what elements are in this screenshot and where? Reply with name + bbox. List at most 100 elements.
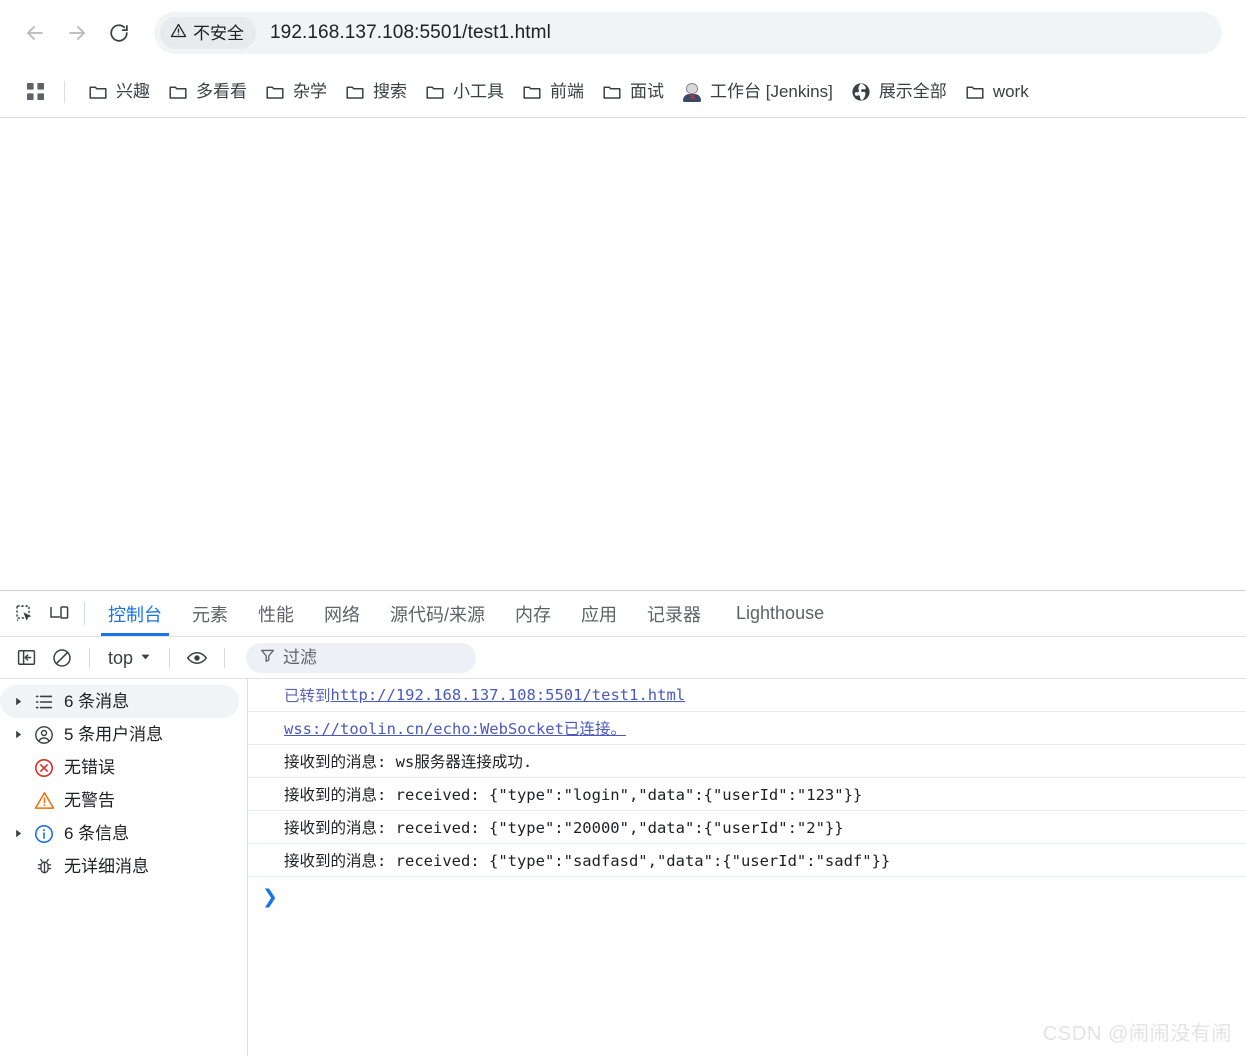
bookmark-label: 多看看 [196, 82, 247, 101]
console-toolbar: top 过滤 [0, 637, 1246, 679]
device-toolbar-icon[interactable] [42, 591, 76, 636]
tab-lighthouse[interactable]: Lighthouse [716, 591, 844, 636]
bookmarks-bar: 兴趣 多看看 杂学 搜索 小工具 前端 面试 工作台 [Jenkins] 展示全… [0, 66, 1246, 118]
bookmark-item[interactable]: work [956, 77, 1038, 107]
live-expression-eye-icon[interactable] [179, 643, 215, 673]
arrow-left-icon [23, 21, 47, 45]
tab-label: 控制台 [108, 604, 162, 625]
reload-button[interactable] [98, 12, 140, 54]
console-message[interactable]: 接收到的消息: received: {"type":"20000","data"… [248, 811, 1246, 844]
console-message-prefix: 已转到 [284, 687, 331, 705]
sidebar-item-label: 无警告 [64, 791, 115, 810]
console-toolbar-divider [89, 647, 90, 668]
bookmark-item[interactable]: 杂学 [256, 77, 336, 107]
page-viewport [0, 118, 1246, 590]
expand-triangle-icon[interactable] [12, 828, 24, 840]
folder-icon [265, 82, 285, 102]
tab-memory[interactable]: 内存 [500, 591, 566, 636]
bookmark-item[interactable]: 兴趣 [79, 77, 159, 107]
tab-label: 元素 [192, 604, 228, 625]
reload-icon [108, 22, 130, 44]
console-message[interactable]: wss://toolin.cn/echo:WebSocket已连接。 [248, 712, 1246, 745]
sidebar-item-errors[interactable]: 无错误 [0, 751, 239, 784]
bookmark-label: 杂学 [293, 82, 327, 101]
bookmark-label: 小工具 [453, 82, 504, 101]
bookmark-item[interactable]: 搜索 [336, 77, 416, 107]
folder-icon [168, 82, 188, 102]
console-filter-placeholder: 过滤 [283, 648, 318, 667]
sidebar-item-label: 6 条信息 [64, 824, 130, 843]
bookmarks-divider [64, 80, 65, 103]
back-button[interactable] [14, 12, 56, 54]
bookmark-label: 工作台 [Jenkins] [710, 82, 833, 101]
apps-grid-icon[interactable] [20, 77, 50, 107]
tab-label: 性能 [258, 604, 294, 625]
info-circle-icon [33, 823, 55, 845]
security-status-chip[interactable]: 不安全 [160, 17, 256, 49]
sidebar-item-verbose[interactable]: 无详细消息 [0, 850, 239, 883]
tab-label: 网络 [324, 604, 360, 625]
console-message-link[interactable]: wss://toolin.cn/echo:WebSocket已连接。 [284, 717, 626, 739]
console-message[interactable]: 接收到的消息: received: {"type":"sadfasd","dat… [248, 844, 1246, 877]
folder-icon [602, 82, 622, 102]
console-message[interactable]: 接收到的消息: received: {"type":"login","data"… [248, 778, 1246, 811]
console-message-text: 接收到的消息: received: {"type":"sadfasd","dat… [284, 852, 891, 870]
console-message[interactable]: 接收到的消息: ws服务器连接成功. [248, 745, 1246, 778]
expand-triangle-icon[interactable] [12, 729, 24, 741]
sidebar-item-user-messages[interactable]: 5 条用户消息 [0, 718, 239, 751]
tab-recorder[interactable]: 记录器 [632, 591, 716, 636]
devtools-tabbar: 控制台 元素 性能 网络 源代码/来源 内存 应用 记录器 Lighthouse [0, 591, 1246, 637]
sidebar-item-messages[interactable]: 6 条消息 [0, 685, 239, 718]
console-sidebar: 6 条消息 5 条用户消息 无错误 无警告 6 条信息 无详细消息 [0, 679, 248, 1056]
console-toolbar-divider [224, 647, 226, 668]
sidebar-item-warnings[interactable]: 无警告 [0, 784, 239, 817]
execution-context-label: top [108, 647, 134, 668]
url-text[interactable]: 192.168.137.108:5501/test1.html [270, 22, 551, 44]
tab-label: 内存 [515, 604, 552, 625]
tab-network[interactable]: 网络 [309, 591, 375, 636]
bookmark-item[interactable]: 小工具 [416, 77, 513, 107]
bookmark-label: 展示全部 [878, 82, 947, 101]
sidebar-item-label: 5 条用户消息 [64, 725, 164, 744]
console-message[interactable]: 已转到 http://192.168.137.108:5501/test1.ht… [248, 679, 1246, 712]
show-console-sidebar-icon[interactable] [8, 643, 44, 673]
bookmark-item[interactable]: 前端 [513, 77, 593, 107]
folder-icon [965, 82, 985, 102]
console-message-list: 已转到 http://192.168.137.108:5501/test1.ht… [248, 679, 1246, 1056]
tab-performance[interactable]: 性能 [243, 591, 309, 636]
bookmark-label: 兴趣 [116, 82, 150, 101]
sidebar-item-info[interactable]: 6 条信息 [0, 817, 239, 850]
globe-icon [851, 82, 871, 102]
console-toolbar-divider [169, 647, 171, 668]
error-circle-icon [33, 757, 55, 779]
verbose-bug-icon [33, 856, 55, 878]
console-prompt[interactable]: ❯ [248, 877, 1246, 917]
console-message-text: 接收到的消息: ws服务器连接成功. [284, 753, 533, 771]
tab-application[interactable]: 应用 [566, 591, 632, 636]
tab-console[interactable]: 控制台 [93, 591, 177, 636]
bookmark-item[interactable]: 多看看 [159, 77, 256, 107]
tab-sources[interactable]: 源代码/来源 [375, 591, 500, 636]
execution-context-selector[interactable]: top [99, 646, 160, 670]
bookmark-item[interactable]: 展示全部 [842, 77, 956, 107]
tab-elements[interactable]: 元素 [177, 591, 243, 636]
tab-label: 应用 [581, 604, 618, 625]
inspect-element-icon[interactable] [8, 591, 42, 636]
bookmark-item[interactable]: 面试 [593, 77, 673, 107]
address-bar[interactable]: 不安全 192.168.137.108:5501/test1.html [154, 12, 1222, 54]
prompt-chevron-icon: ❯ [262, 885, 278, 908]
sidebar-item-label: 无错误 [64, 758, 115, 777]
warning-triangle-icon [33, 790, 55, 812]
clear-console-icon[interactable] [44, 643, 80, 673]
bookmark-item[interactable]: 工作台 [Jenkins] [673, 77, 842, 107]
console-body: 6 条消息 5 条用户消息 无错误 无警告 6 条信息 无详细消息 已转到 ht… [0, 679, 1246, 1056]
tab-label: 源代码/来源 [390, 604, 486, 625]
expand-triangle-icon[interactable] [12, 696, 24, 708]
security-status-label: 不安全 [193, 23, 244, 43]
bookmark-label: 面试 [630, 82, 664, 101]
console-filter-input[interactable]: 过滤 [246, 642, 477, 673]
forward-button[interactable] [56, 12, 98, 54]
filter-funnel-icon [260, 648, 275, 668]
console-message-link[interactable]: http://192.168.137.108:5501/test1.html [331, 686, 686, 704]
console-message-text: 接收到的消息: received: {"type":"login","data"… [284, 786, 863, 804]
